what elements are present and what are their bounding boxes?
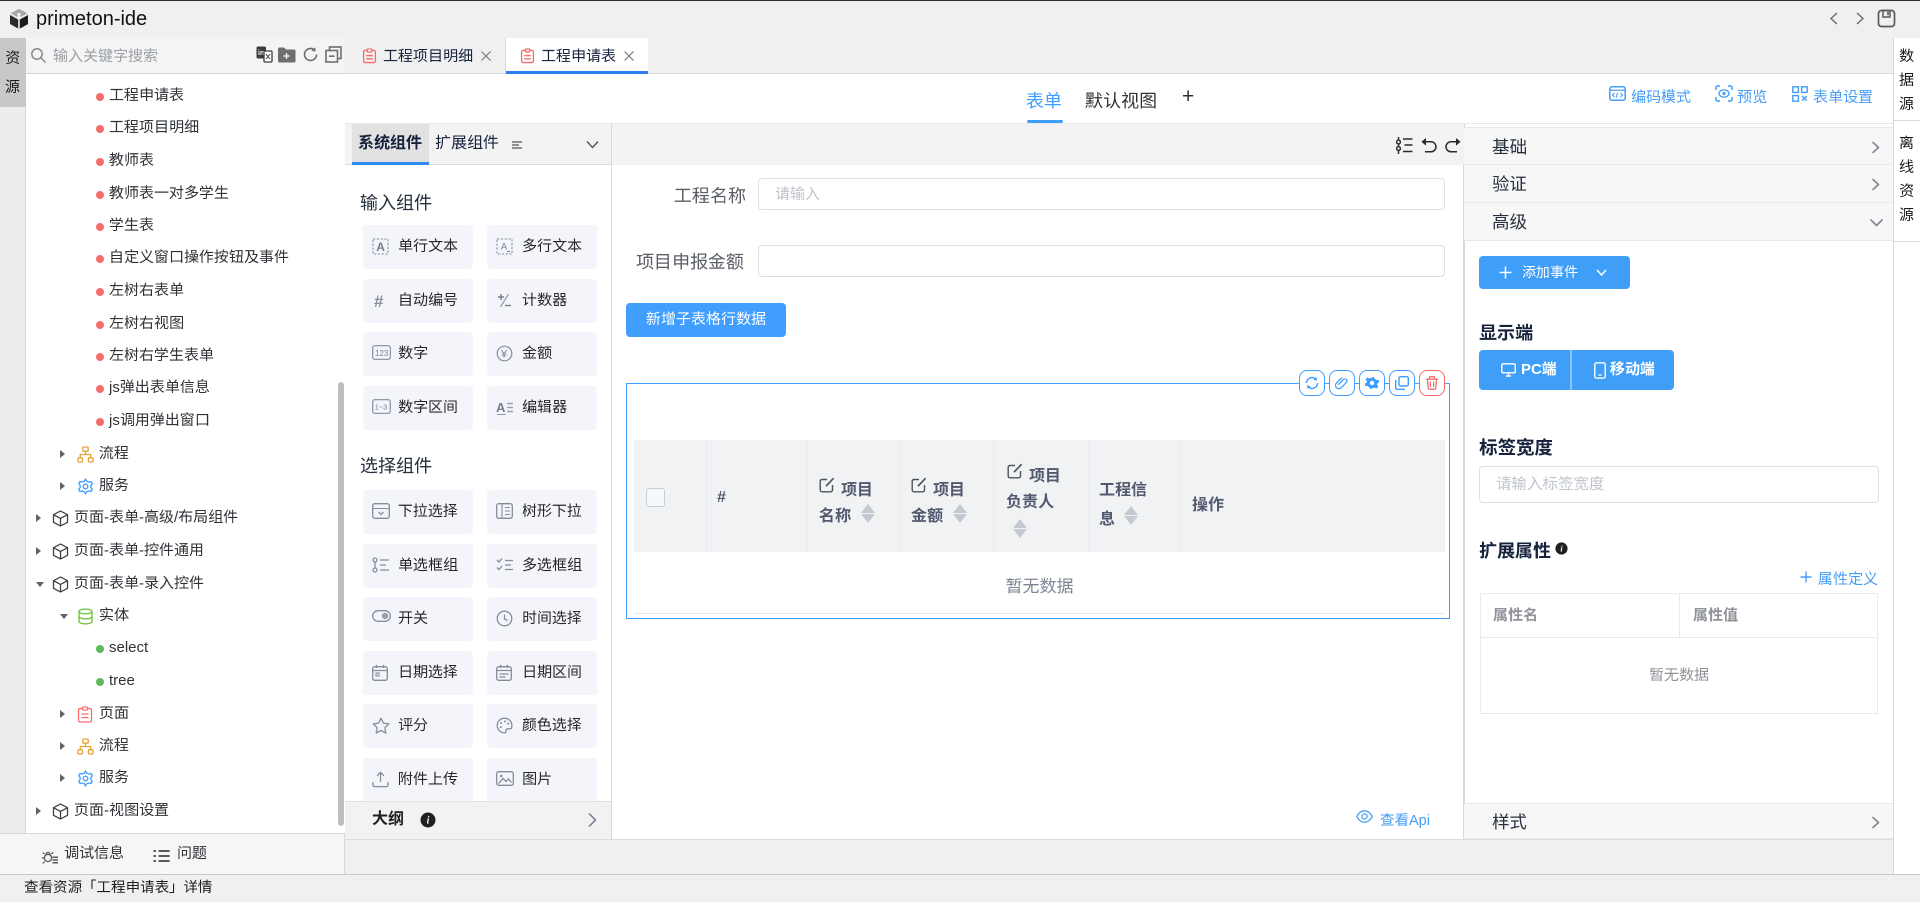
svg-text:#: #	[374, 292, 384, 310]
svg-text:123: 123	[375, 349, 389, 358]
svg-text:A: A	[501, 242, 507, 252]
svg-text:¥: ¥	[500, 349, 508, 361]
svg-text:A: A	[376, 240, 385, 254]
svg-text:i: i	[427, 816, 430, 827]
svg-text:A: A	[496, 400, 506, 415]
svg-text:1~3: 1~3	[375, 403, 388, 412]
svg-text:in: in	[258, 50, 264, 57]
